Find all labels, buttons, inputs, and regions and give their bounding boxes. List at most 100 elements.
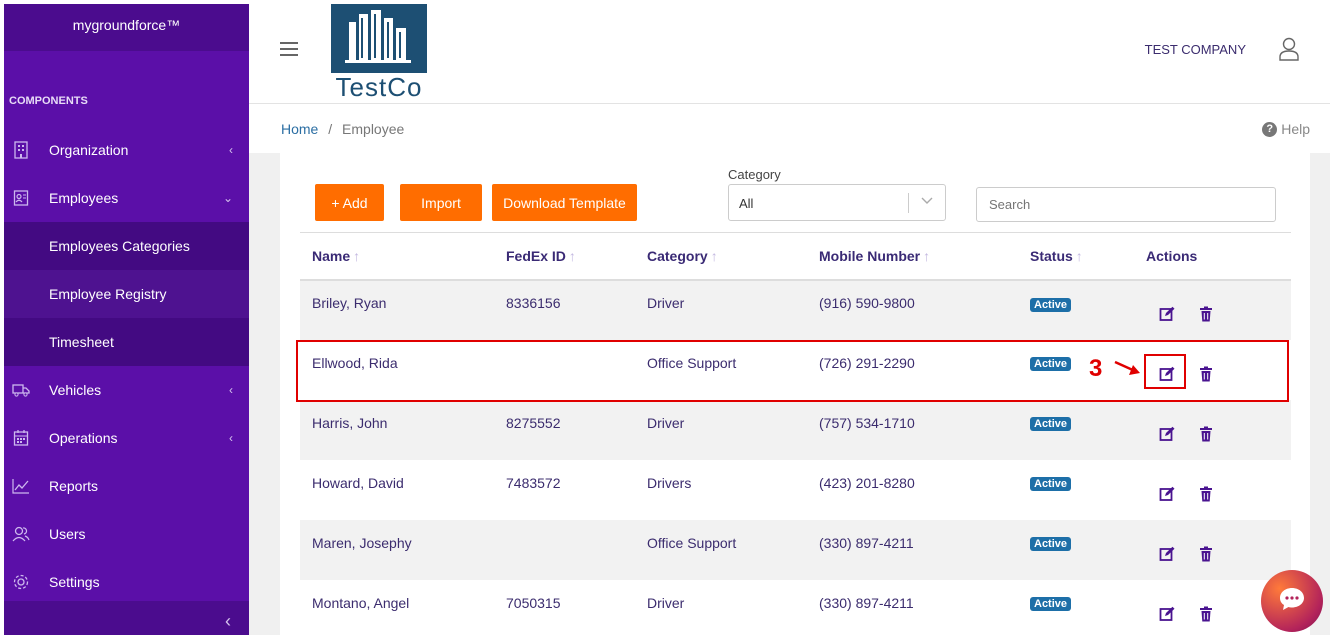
status-badge: Active: [1030, 417, 1072, 431]
status-badge: Active: [1030, 297, 1072, 312]
cell-mobile-number: (330) 897-4211: [807, 579, 1018, 640]
trash-icon[interactable]: [1199, 306, 1215, 322]
building-icon: [12, 141, 30, 159]
add-button[interactable]: + Add: [315, 184, 384, 221]
users-icon: [12, 525, 30, 543]
breadcrumb: Home / Employee: [281, 121, 404, 137]
column-label: Status: [1030, 247, 1073, 264]
sidebar-subitem-employee-registry[interactable]: Employee Registry: [4, 270, 249, 318]
table-row[interactable]: Briley, Ryan 8336156 Driver (916) 590-9800 A…: [300, 279, 1291, 340]
search-input[interactable]: [976, 187, 1276, 222]
table-row[interactable]: Montano, Angel 7050315 Driver (330) 897-421…: [300, 579, 1291, 640]
cell-name: Harris, John: [300, 399, 494, 460]
chevron-down-icon: [920, 193, 934, 210]
sidebar-item-reports[interactable]: Reports: [4, 462, 249, 510]
download-template-button[interactable]: Download Template: [492, 184, 637, 221]
collapse-chevron-icon[interactable]: ‹: [225, 611, 231, 632]
company-logo[interactable]: TestCo: [331, 4, 427, 101]
cell-actions: [1134, 519, 1291, 580]
status-badge: Active: [1030, 597, 1072, 611]
cell-category: Drivers: [635, 459, 807, 520]
cell-status: Active: [1018, 279, 1134, 340]
table-header-row: Name ↑ FedEx ID ↑ Category ↑ Mobile Number ↑…: [300, 232, 1291, 281]
column-header-status[interactable]: Status ↑: [1018, 232, 1134, 281]
column-header-actions: Actions: [1134, 232, 1291, 281]
chart-line-icon: [12, 477, 30, 495]
column-header-category[interactable]: Category ↑: [635, 232, 807, 281]
sidebar-nav: Organization ‹ Employees ⌄ Employees Cat…: [4, 126, 249, 606]
breadcrumb-separator: /: [328, 121, 333, 137]
column-label: Name: [312, 247, 351, 264]
company-name[interactable]: TEST COMPANY: [1145, 42, 1246, 57]
sidebar-item-users[interactable]: Users: [4, 510, 249, 558]
column-header-fedex-id[interactable]: FedEx ID ↑: [494, 232, 635, 281]
sidebar-item-label: Users: [49, 526, 86, 542]
status-badge: Active: [1030, 537, 1072, 551]
import-button[interactable]: Import: [400, 184, 482, 221]
trash-icon[interactable]: [1199, 426, 1215, 442]
column-label: Category: [647, 247, 708, 264]
sidebar-item-operations[interactable]: Operations ‹: [4, 414, 249, 462]
table-row[interactable]: Harris, John 8275552 Driver (757) 534-1710 A…: [300, 399, 1291, 460]
sidebar-subitem-label: Employee Registry: [49, 286, 167, 302]
edit-icon[interactable]: [1159, 486, 1175, 502]
edit-icon[interactable]: [1159, 426, 1175, 442]
cell-mobile-number: (330) 897-4211: [807, 519, 1018, 580]
help-circle-icon: ?: [1262, 121, 1278, 137]
breadcrumb-home-link[interactable]: Home: [281, 121, 318, 137]
chevron-left-icon: ‹: [229, 383, 233, 397]
sort-arrow-icon[interactable]: ↑: [353, 248, 360, 264]
trash-icon[interactable]: [1199, 486, 1215, 502]
chevron-left-icon: ‹: [229, 143, 233, 157]
column-header-name[interactable]: Name ↑: [300, 232, 494, 281]
sidebar-item-label: Settings: [49, 574, 100, 590]
cell-name: Montano, Angel: [300, 579, 494, 640]
trash-icon[interactable]: [1199, 546, 1215, 562]
sidebar-item-employees[interactable]: Employees ⌄: [4, 174, 249, 222]
hamburger-menu-icon[interactable]: [280, 42, 298, 56]
help-link[interactable]: ? Help: [1262, 121, 1310, 137]
highlight-edit-box: [1144, 354, 1186, 389]
column-label: FedEx ID: [506, 247, 566, 264]
cell-fedex-id: 7050315: [494, 579, 635, 640]
step-number: 3: [1089, 355, 1103, 382]
sidebar-item-settings[interactable]: Settings: [4, 558, 249, 606]
sidebar-item-vehicles[interactable]: Vehicles ‹: [4, 366, 249, 414]
cell-fedex-id: 8336156: [494, 279, 635, 340]
sidebar-item-label: Reports: [49, 478, 99, 494]
edit-icon[interactable]: [1159, 306, 1175, 322]
category-select[interactable]: All: [728, 184, 946, 221]
sort-arrow-icon[interactable]: ↑: [923, 248, 930, 264]
table-row[interactable]: Howard, David 7483572 Drivers (423) 201-828…: [300, 459, 1291, 520]
chat-widget-button[interactable]: [1261, 570, 1323, 632]
cell-actions: [1134, 399, 1291, 460]
sort-arrow-icon[interactable]: ↑: [1076, 248, 1083, 264]
trash-icon[interactable]: [1199, 606, 1215, 622]
chevron-down-icon: ⌄: [222, 191, 233, 205]
user-profile-icon[interactable]: [1279, 37, 1299, 66]
brand-title[interactable]: mygroundforce™: [4, 4, 249, 51]
employee-table: Name ↑ FedEx ID ↑ Category ↑ Mobile Number ↑…: [300, 232, 1291, 640]
sort-arrow-icon[interactable]: ↑: [569, 248, 576, 264]
sidebar-subitem-employees-categories[interactable]: Employees Categories: [4, 222, 249, 270]
employees-submenu: Employees Categories Employee Registry T…: [4, 222, 249, 366]
select-separator: [908, 193, 909, 213]
category-label: Category: [728, 167, 781, 182]
cell-name: Briley, Ryan: [300, 279, 494, 340]
sidebar-collapse-bar[interactable]: ‹: [4, 601, 249, 635]
truck-icon: [12, 381, 30, 399]
cell-name: Maren, Josephy: [300, 519, 494, 580]
gear-icon: [12, 573, 30, 591]
sort-arrow-icon[interactable]: ↑: [711, 248, 718, 264]
column-header-mobile-number[interactable]: Mobile Number ↑: [807, 232, 1018, 281]
column-label: Actions: [1146, 247, 1198, 264]
cell-mobile-number: (757) 534-1710: [807, 399, 1018, 460]
edit-icon[interactable]: [1159, 606, 1175, 622]
edit-icon[interactable]: [1159, 546, 1175, 562]
sidebar-item-label: Employees: [49, 190, 119, 206]
chat-bubble-icon: [1278, 586, 1306, 617]
sidebar-item-organization[interactable]: Organization ‹: [4, 126, 249, 174]
cell-category: Driver: [635, 399, 807, 460]
table-row[interactable]: Maren, Josephy Office Support (330) 897-42…: [300, 519, 1291, 580]
sidebar-subitem-timesheet[interactable]: Timesheet: [4, 318, 249, 366]
